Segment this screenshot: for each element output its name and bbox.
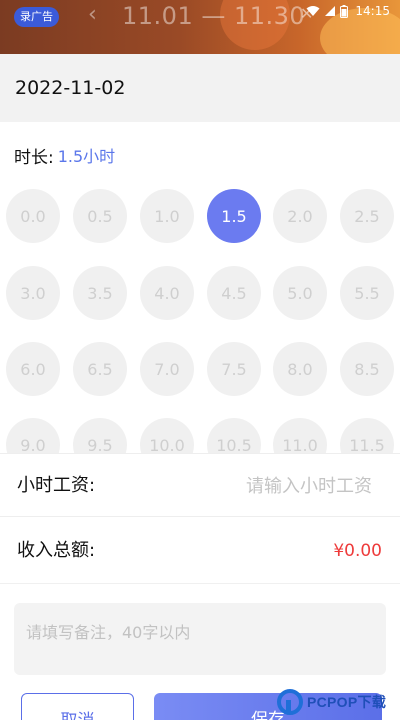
hour-option-11-0[interactable]: 11.0 bbox=[273, 418, 327, 453]
total-income-row: 收入总额: ¥0.00 bbox=[0, 518, 400, 584]
hour-option-6-5[interactable]: 6.5 bbox=[73, 342, 127, 396]
duration-row: 时长: 1.5小时 bbox=[0, 122, 400, 188]
hour-option-2-0[interactable]: 2.0 bbox=[273, 189, 327, 243]
hour-option-5-0[interactable]: 5.0 bbox=[273, 266, 327, 320]
hours-picker: 0.0 0.5 1.0 1.5 2.0 2.5 3.0 3.5 4.0 4.5 5.0 5.5 6.0 6… bbox=[0, 188, 400, 453]
ad-badge: 录广告 bbox=[14, 7, 59, 27]
hour-option-5-5[interactable]: 5.5 bbox=[340, 266, 394, 320]
battery-icon bbox=[340, 4, 349, 18]
hour-option-0-5[interactable]: 0.5 bbox=[73, 189, 127, 243]
date-row[interactable]: 2022-11-02 bbox=[0, 54, 400, 122]
status-time: 14:15 bbox=[355, 4, 390, 18]
wifi-icon bbox=[306, 6, 320, 16]
hour-option-8-0[interactable]: 8.0 bbox=[273, 342, 327, 396]
hour-option-2-5[interactable]: 2.5 bbox=[340, 189, 394, 243]
hour-option-10-0[interactable]: 10.0 bbox=[140, 418, 194, 453]
hour-option-7-5[interactable]: 7.5 bbox=[207, 342, 261, 396]
hour-option-11-5[interactable]: 11.5 bbox=[340, 418, 394, 453]
hour-option-4-0[interactable]: 4.0 bbox=[140, 266, 194, 320]
hour-option-9-5[interactable]: 9.5 bbox=[73, 418, 127, 453]
hour-option-6-0[interactable]: 6.0 bbox=[6, 342, 60, 396]
watermark-text: PCPOP下载 bbox=[307, 694, 387, 710]
chevron-left-icon[interactable]: ‹ bbox=[88, 2, 97, 27]
total-income-label: 收入总额: bbox=[17, 540, 96, 561]
hour-option-1-5[interactable]: 1.5 bbox=[207, 189, 261, 243]
hourly-wage-label: 小时工资: bbox=[17, 475, 96, 496]
duration-label: 时长: bbox=[14, 147, 54, 168]
hourly-wage-input[interactable] bbox=[202, 470, 372, 502]
hour-option-3-0[interactable]: 3.0 bbox=[6, 266, 60, 320]
ad-banner[interactable]: 录广告 ‹ 11.01 — 11.30 ✕ 14:15 bbox=[0, 0, 400, 54]
ad-date-range: 11.01 — 11.30 bbox=[122, 2, 306, 30]
hour-option-3-5[interactable]: 3.5 bbox=[73, 266, 127, 320]
hour-option-8-5[interactable]: 8.5 bbox=[340, 342, 394, 396]
pcpop-logo-icon bbox=[277, 689, 303, 715]
signal-icon bbox=[325, 6, 336, 16]
notes-input[interactable] bbox=[14, 603, 386, 675]
system-status: 14:15 bbox=[306, 3, 390, 19]
hourly-wage-row: 小时工资: bbox=[0, 453, 400, 517]
hour-option-10-5[interactable]: 10.5 bbox=[207, 418, 261, 453]
duration-value: 1.5小时 bbox=[57, 147, 116, 166]
record-date: 2022-11-02 bbox=[15, 77, 126, 99]
hour-option-7-0[interactable]: 7.0 bbox=[140, 342, 194, 396]
hour-option-4-5[interactable]: 4.5 bbox=[207, 266, 261, 320]
hour-option-1-0[interactable]: 1.0 bbox=[140, 189, 194, 243]
watermark: PCPOP下载 bbox=[276, 684, 400, 720]
hour-option-0-0[interactable]: 0.0 bbox=[6, 189, 60, 243]
hour-option-9-0[interactable]: 9.0 bbox=[6, 418, 60, 453]
cancel-button[interactable]: 取消 bbox=[21, 693, 134, 720]
total-income-value: ¥0.00 bbox=[333, 541, 382, 561]
app-screen: 录广告 ‹ 11.01 — 11.30 ✕ 14:15 2022-11-02 时… bbox=[0, 0, 400, 720]
